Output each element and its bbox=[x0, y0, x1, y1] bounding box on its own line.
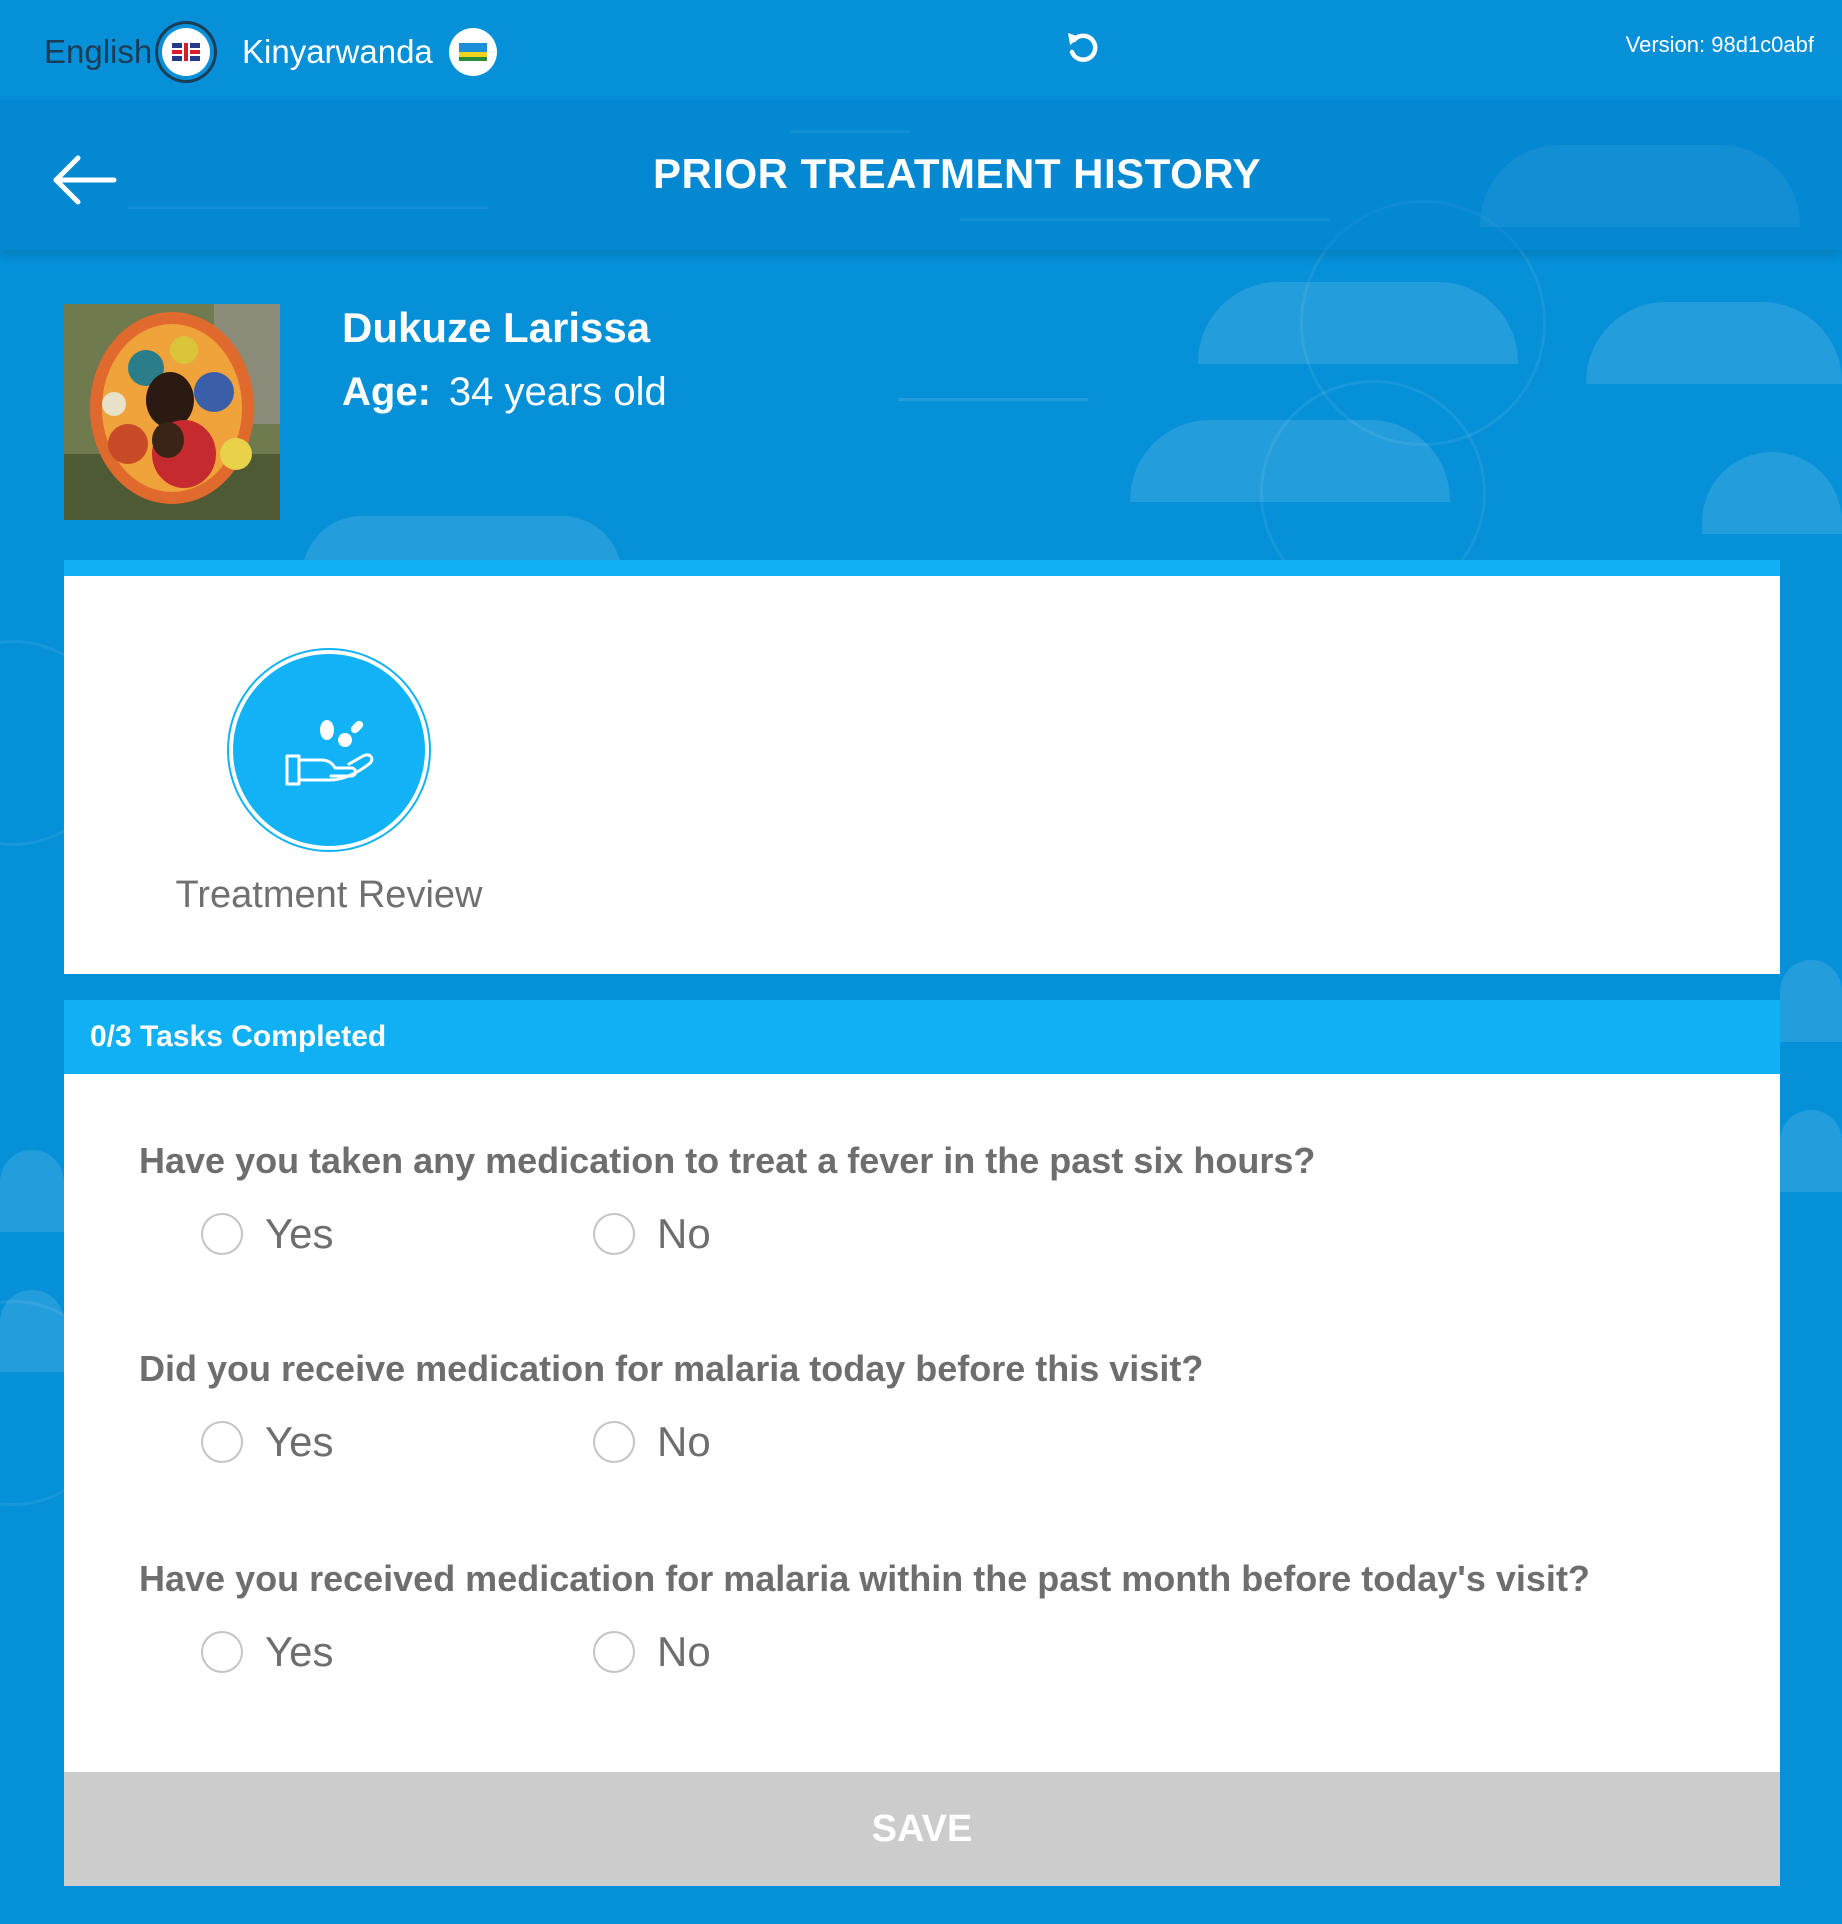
radio-button[interactable] bbox=[593, 1213, 635, 1255]
hand-pills-icon bbox=[285, 720, 374, 786]
uk-flag-icon bbox=[162, 28, 211, 76]
radio-button[interactable] bbox=[201, 1213, 243, 1255]
option-yes[interactable]: Yes bbox=[201, 1210, 593, 1258]
option-label: Yes bbox=[265, 1418, 334, 1465]
background-pill-shape bbox=[1780, 1110, 1842, 1192]
option-label: No bbox=[657, 1210, 711, 1257]
title-bar: PRIOR TREATMENT HISTORY bbox=[0, 100, 1842, 250]
version-label: Version: 98d1c0abf bbox=[1625, 32, 1814, 57]
patient-name: Dukuze Larissa bbox=[342, 304, 651, 351]
option-no[interactable]: No bbox=[593, 1418, 985, 1466]
page-title: PRIOR TREATMENT HISTORY bbox=[652, 150, 1262, 197]
rwanda-flag-icon bbox=[448, 28, 497, 76]
radio-button[interactable] bbox=[201, 1631, 243, 1673]
task-card: 0/3 Tasks Completed Have you taken any m… bbox=[64, 1000, 1780, 1886]
option-no[interactable]: No bbox=[593, 1210, 985, 1258]
option-yes[interactable]: Yes bbox=[201, 1418, 593, 1466]
age-value: 34 years old bbox=[448, 370, 667, 414]
radio-button[interactable] bbox=[593, 1631, 635, 1673]
answer-options: Yes No bbox=[201, 1628, 1590, 1676]
age-label: Age: bbox=[342, 370, 431, 414]
save-button[interactable]: SAVE bbox=[64, 1772, 1780, 1886]
section-card: Treatment Review bbox=[64, 560, 1780, 974]
background-pill-shape bbox=[1702, 452, 1842, 534]
tasks-progress: 0/3 Tasks Completed bbox=[64, 1000, 1780, 1074]
patient-photo bbox=[64, 304, 280, 520]
section-label: Treatment Review bbox=[175, 874, 483, 916]
background-pill-shape bbox=[1198, 282, 1518, 364]
section-circle bbox=[233, 654, 425, 846]
option-yes[interactable]: Yes bbox=[201, 1628, 593, 1676]
option-no[interactable]: No bbox=[593, 1628, 985, 1676]
question-text: Have you received medication for malaria… bbox=[139, 1558, 1590, 1599]
option-label: No bbox=[657, 1628, 711, 1675]
section-treatment-review[interactable]: Treatment Review bbox=[176, 654, 482, 917]
language-english-label: English bbox=[44, 33, 153, 70]
language-kinyarwanda-label: Kinyarwanda bbox=[242, 33, 433, 70]
background-pill-shape bbox=[1586, 302, 1842, 384]
option-label: Yes bbox=[265, 1628, 334, 1675]
question-block: Have you taken any medication to treat a… bbox=[139, 1140, 1315, 1258]
background-pill-shape bbox=[1780, 960, 1842, 1042]
radio-button[interactable] bbox=[593, 1421, 635, 1463]
background-pill-shape bbox=[0, 1150, 64, 1232]
language-kinyarwanda-button[interactable]: Kinyarwanda bbox=[242, 28, 497, 76]
background-pill-shape bbox=[0, 1290, 64, 1372]
background-pill-shape bbox=[1130, 420, 1450, 502]
refresh-icon[interactable] bbox=[1063, 28, 1103, 68]
background-line-shape bbox=[898, 398, 1088, 401]
question-block: Did you receive medication for malaria t… bbox=[139, 1348, 1203, 1466]
top-bar: English Kinyarwanda Version: 98d1c0abf bbox=[0, 0, 1842, 100]
question-block: Have you received medication for malaria… bbox=[139, 1558, 1590, 1676]
question-text: Have you taken any medication to treat a… bbox=[139, 1140, 1316, 1181]
patient-age: Age: 34 years old bbox=[342, 370, 667, 415]
question-text: Did you receive medication for malaria t… bbox=[139, 1348, 1204, 1389]
option-label: No bbox=[657, 1418, 711, 1465]
answer-options: Yes No bbox=[201, 1418, 1203, 1466]
radio-button[interactable] bbox=[201, 1421, 243, 1463]
language-english-button[interactable]: English bbox=[44, 28, 211, 76]
option-label: Yes bbox=[265, 1210, 334, 1257]
answer-options: Yes No bbox=[201, 1210, 1315, 1258]
